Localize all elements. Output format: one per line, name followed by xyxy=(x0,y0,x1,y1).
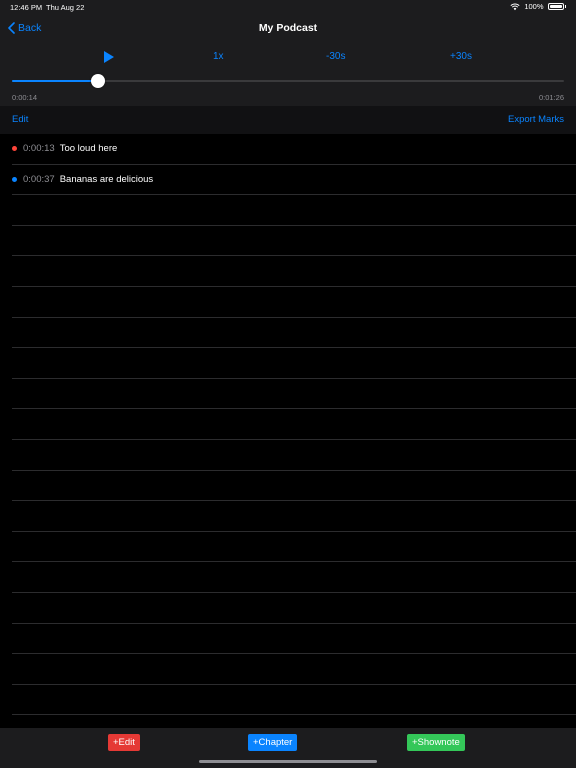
empty-row xyxy=(12,440,576,471)
status-indicators: 100% xyxy=(510,2,566,11)
scrubber-thumb[interactable] xyxy=(90,74,105,88)
elapsed-time: 0:00:14 xyxy=(12,93,38,102)
player-panel: Back My Podcast 1x -30s +30s 0:00:14 0:0… xyxy=(0,14,576,106)
status-time: 12:46 PM xyxy=(10,3,43,12)
skip-back-button[interactable]: -30s xyxy=(326,51,345,62)
mark-time: 0:00:13 xyxy=(23,143,55,154)
status-date: Thu Aug 22 xyxy=(46,3,85,12)
empty-row xyxy=(12,409,576,440)
empty-row xyxy=(12,318,576,349)
action-bar: +Edit +Chapter +Shownote xyxy=(0,728,576,768)
export-marks-button[interactable]: Export Marks xyxy=(508,114,564,125)
wifi-icon xyxy=(510,3,520,10)
battery-tip xyxy=(564,5,566,8)
edit-button[interactable]: Edit xyxy=(12,114,28,125)
play-icon xyxy=(104,51,114,63)
empty-row xyxy=(12,532,576,563)
battery-icon xyxy=(547,3,564,10)
empty-row xyxy=(12,501,576,532)
mark-row[interactable]: 0:00:13 Too loud here xyxy=(12,134,576,165)
empty-row xyxy=(12,593,576,624)
empty-row xyxy=(12,562,576,593)
mark-text: Too loud here xyxy=(59,143,118,154)
add-chapter-button[interactable]: +Chapter xyxy=(248,734,298,751)
home-indicator[interactable] xyxy=(199,760,377,763)
mark-color-dot-icon xyxy=(12,176,17,182)
mark-text: Bananas are delicious xyxy=(59,173,154,185)
add-edit-button[interactable]: +Edit xyxy=(108,734,140,751)
marks-list: 0:00:13 Too loud here 0:00:37 Bananas are d… xyxy=(0,134,576,728)
empty-row xyxy=(12,287,576,318)
mark-content: 0:00:13 Too loud here xyxy=(12,143,117,154)
mark-content: 0:00:37 Bananas are delicious xyxy=(12,174,153,185)
empty-row xyxy=(12,226,576,257)
skip-forward-button[interactable]: +30s xyxy=(450,51,472,62)
empty-row xyxy=(12,256,576,287)
add-shownote-button[interactable]: +Shownote xyxy=(407,734,465,751)
empty-row xyxy=(12,348,576,379)
speed-button[interactable]: 1x xyxy=(213,51,224,62)
mark-time: 0:00:37 xyxy=(23,173,55,185)
scrubber-progress xyxy=(12,80,98,82)
play-button[interactable] xyxy=(104,51,114,66)
empty-row xyxy=(12,379,576,410)
empty-row xyxy=(12,654,576,685)
edit-bar: Edit Export Marks xyxy=(0,106,576,134)
mark-row[interactable]: 0:00:37 Bananas are delicious xyxy=(12,165,576,196)
status-bar: 12:46 PM Thu Aug 22 100% xyxy=(0,0,576,14)
playback-controls: 1x -30s +30s xyxy=(0,50,576,64)
empty-row xyxy=(12,195,576,226)
page-title: My Podcast xyxy=(258,22,318,34)
total-time: 0:01:26 xyxy=(538,93,564,102)
empty-row xyxy=(12,685,576,716)
empty-row xyxy=(12,471,576,502)
playback-scrubber[interactable] xyxy=(12,74,564,88)
battery-percent: 100% xyxy=(524,2,544,11)
empty-row xyxy=(12,624,576,655)
mark-color-dot-icon xyxy=(12,146,17,151)
